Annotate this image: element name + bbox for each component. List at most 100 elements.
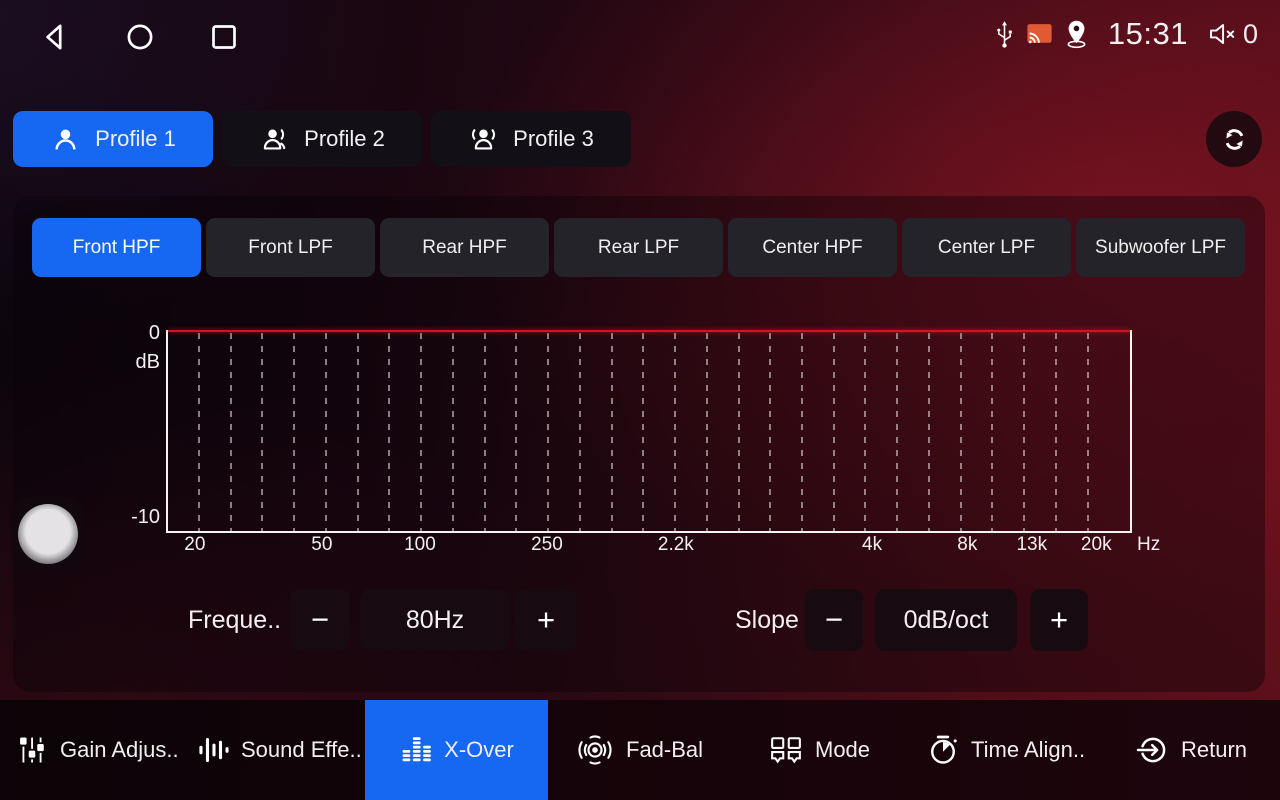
nav-item-fad-bal[interactable]: Fad-Bal — [575, 700, 703, 800]
nav-item-label: Time Align.. — [971, 737, 1085, 763]
profile-tab-label: Profile 1 — [95, 126, 176, 152]
filter-tab-label: Subwoofer LPF — [1095, 237, 1226, 259]
sound-bars-icon — [196, 733, 230, 767]
chart-gridline — [611, 333, 613, 531]
chart-gridline — [325, 333, 327, 531]
profile-tab-3[interactable]: Profile 3 — [431, 111, 631, 167]
equalizer-columns-icon — [399, 733, 433, 767]
chart-gridline — [769, 333, 771, 531]
slope-value: 0dB/oct — [875, 589, 1017, 651]
chart-gridline — [833, 333, 835, 531]
chart-gridline — [642, 333, 644, 531]
home-icon — [122, 19, 158, 55]
nav-item-label: Return — [1181, 737, 1247, 763]
filter-tab-center-lpf[interactable]: Center LPF — [902, 218, 1071, 277]
filter-tab-label: Center LPF — [938, 237, 1035, 259]
speaker-muted-icon — [1207, 19, 1238, 49]
slope-label: Slope — [735, 589, 799, 651]
profile-tab-label: Profile 3 — [513, 126, 594, 152]
x-axis-tick-label: 20k — [1081, 534, 1112, 556]
nav-item-time-align[interactable]: Time Align.. — [926, 700, 1085, 800]
status-icon-group — [994, 19, 1089, 49]
filter-tab-label: Rear LPF — [598, 237, 679, 259]
x-axis-tick-label: 100 — [404, 534, 436, 556]
filter-tab-rear-lpf[interactable]: Rear LPF — [554, 218, 723, 277]
filter-tab-subwoofer-lpf[interactable]: Subwoofer LPF — [1076, 218, 1245, 277]
nav-item-gain-adjus[interactable]: Gain Adjus.. — [15, 700, 179, 800]
filter-tab-front-hpf[interactable]: Front HPF — [32, 218, 201, 277]
recents-icon — [206, 19, 242, 55]
profile-tab-1[interactable]: Profile 1 — [13, 111, 213, 167]
back-icon — [38, 19, 74, 55]
nav-item-x-over[interactable]: X-Over — [365, 700, 548, 800]
y-axis-label-0: 0 — [120, 322, 160, 345]
xover-panel: Front HPFFront LPFRear HPF Rear LPF Center… — [13, 196, 1265, 692]
profile-tab-label: Profile 2 — [304, 126, 385, 152]
x-axis-tick-labels: 20501002502.2k4k8k13k20k — [166, 534, 1128, 558]
chart-gridline — [357, 333, 359, 531]
filter-tab-rear-hpf[interactable]: Rear HPF — [380, 218, 549, 277]
chart-gridline — [293, 333, 295, 531]
android-nav-buttons — [38, 19, 242, 55]
chart-gridline — [706, 333, 708, 531]
gain-sliders-icon — [15, 733, 49, 767]
frequency-plus-button[interactable]: + — [515, 589, 577, 651]
chart-gridline — [801, 333, 803, 531]
chart-gridline — [230, 333, 232, 531]
chart-gridline — [547, 333, 549, 531]
volume-level: 0 — [1243, 19, 1258, 50]
chart-gridline — [928, 333, 930, 531]
profile-row: Profile 1 Profile 2 Profile 3 — [13, 111, 1262, 167]
floating-knob-widget[interactable] — [11, 497, 85, 571]
usb-icon — [994, 20, 1015, 49]
chart-gridline — [896, 333, 898, 531]
frequency-minus-button[interactable]: − — [290, 589, 350, 651]
nav-item-label: Mode — [815, 737, 870, 763]
chart-gridline — [864, 333, 866, 531]
sync-icon — [1219, 124, 1250, 155]
slope-plus-button[interactable]: + — [1030, 589, 1088, 651]
filter-tab-label: Center HPF — [762, 237, 862, 259]
chart-gridline — [579, 333, 581, 531]
chart-gridline — [991, 333, 993, 531]
chart-gridline — [452, 333, 454, 531]
x-axis-tick-label: 4k — [862, 534, 882, 556]
knob-ball — [18, 504, 78, 564]
nav-item-return[interactable]: Return — [1136, 700, 1247, 800]
home-button[interactable] — [122, 19, 158, 55]
slope-minus-button[interactable]: − — [805, 589, 863, 651]
stopwatch-icon — [926, 733, 960, 767]
nav-item-sound-effe[interactable]: Sound Effe.. — [196, 700, 362, 800]
user-wave-icon — [259, 124, 290, 155]
refresh-button[interactable] — [1206, 111, 1262, 167]
speaker-grid-icon — [768, 733, 804, 767]
user-icon — [50, 124, 81, 155]
chart-gridline — [198, 333, 200, 531]
x-axis-unit: Hz — [1137, 534, 1160, 556]
chart-gridline — [1055, 333, 1057, 531]
return-arrow-icon — [1136, 733, 1170, 767]
nav-item-mode[interactable]: Mode — [768, 700, 870, 800]
filter-tab-front-lpf[interactable]: Front LPF — [206, 218, 375, 277]
clock: 15:31 — [1108, 16, 1188, 52]
status-bar: 15:31 0 — [0, 0, 1280, 80]
chart-gridline — [515, 333, 517, 531]
frequency-response-chart — [166, 330, 1132, 533]
profile-tab-2[interactable]: Profile 2 — [222, 111, 422, 167]
recents-button[interactable] — [206, 19, 242, 55]
chart-gridline — [738, 333, 740, 531]
status-indicators: 15:31 0 — [994, 16, 1258, 52]
nav-item-label: X-Over — [444, 737, 514, 763]
bottom-nav: Gain Adjus.. Sound Effe.. X-Over Fad-Bal Mod… — [0, 700, 1280, 800]
nav-item-label: Gain Adjus.. — [60, 737, 179, 763]
filter-tabs: Front HPFFront LPFRear HPF Rear LPF Center… — [32, 218, 1245, 277]
filter-tab-center-hpf[interactable]: Center HPF — [728, 218, 897, 277]
chart-gridline — [420, 333, 422, 531]
back-button[interactable] — [38, 19, 74, 55]
volume-indicator: 0 — [1207, 19, 1258, 50]
x-axis-tick-label: 13k — [1016, 534, 1047, 556]
chart-gridline — [674, 333, 676, 531]
sound-field-icon — [575, 733, 615, 767]
x-axis-tick-label: 250 — [531, 534, 563, 556]
chart-gridline — [1087, 333, 1089, 531]
